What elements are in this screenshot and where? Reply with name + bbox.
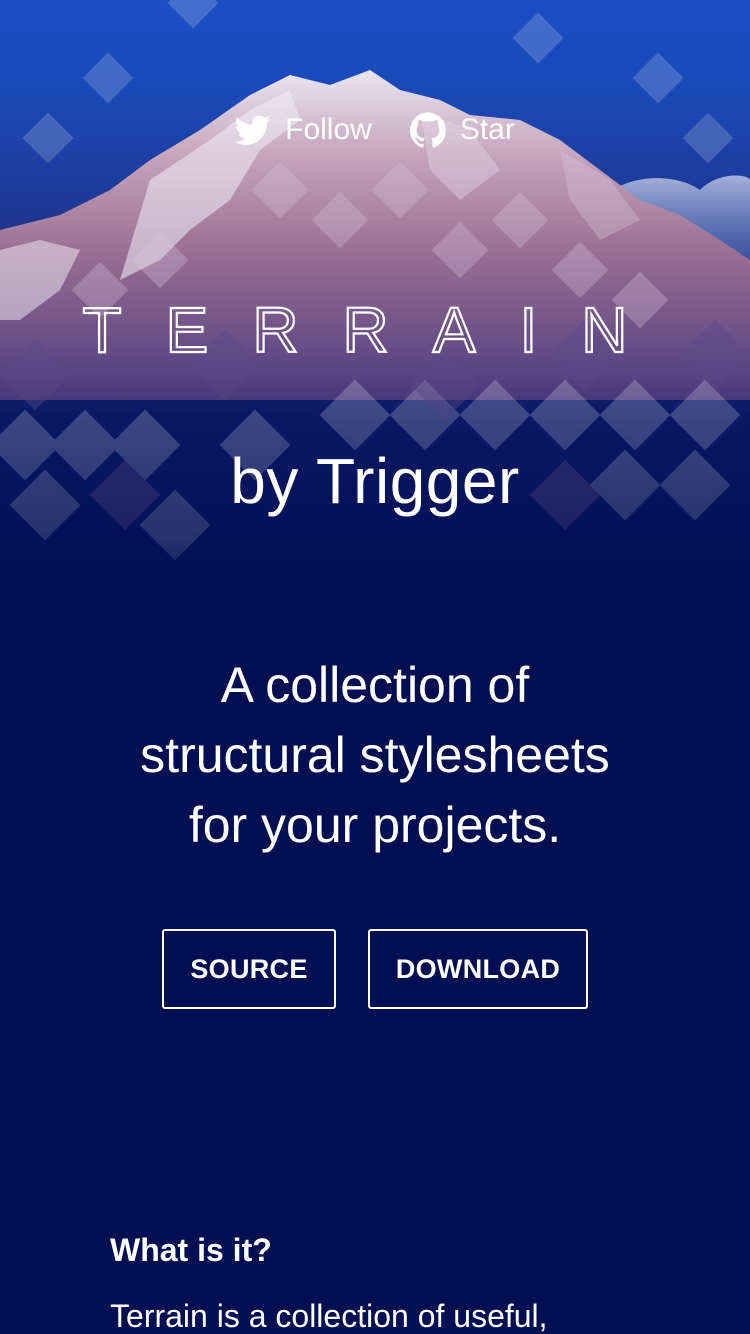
logo-text: TERRAIN [83,294,672,366]
github-icon [409,112,446,148]
twitter-icon [234,112,271,148]
twitter-follow-link[interactable]: Follow [234,112,372,148]
tagline-line-3: for your projects. [188,797,562,853]
byline: by Trigger [230,445,520,517]
hero-section: Follow Star TERRAIN by Trigger [0,0,750,640]
follow-label: Follow [285,113,372,146]
star-label: Star [459,113,515,146]
source-button[interactable]: SOURCE [162,929,336,1009]
download-button[interactable]: DOWNLOAD [368,929,588,1009]
terrain-logo: TERRAIN [81,293,672,367]
action-buttons: SOURCE DOWNLOAD [0,929,750,1009]
social-bar: Follow Star [0,112,750,148]
page: Follow Star TERRAIN by Trigger A collect… [0,0,750,1334]
tagline-line-1: A collection of [220,657,530,713]
about-section: What is it? Terrain is a collection of u… [110,1232,670,1334]
tagline-line-2: structural stylesheets [140,727,610,783]
github-star-link[interactable]: Star [409,112,515,148]
about-text: Terrain is a collection of useful, [110,1298,548,1334]
about-heading: What is it? [110,1232,272,1268]
tagline: A collection of structural stylesheets f… [100,650,650,860]
